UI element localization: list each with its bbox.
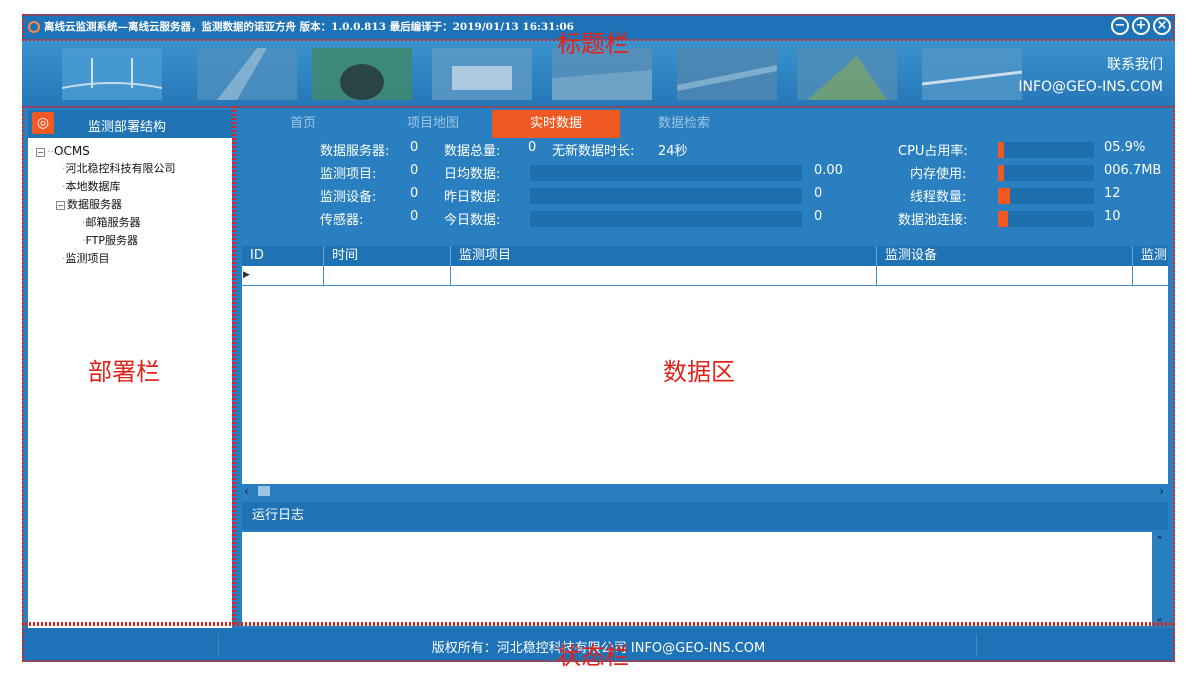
monitor-item-value: 0	[410, 163, 419, 178]
daily-avg-value: 0.00	[814, 163, 843, 178]
contact-label: 联系我们	[1107, 57, 1163, 73]
memory-bar	[998, 165, 1094, 181]
mine-photo-icon	[677, 48, 777, 100]
window-controls: − + ×	[1111, 17, 1171, 35]
yesterday-label: 昨日数据:	[444, 190, 501, 205]
pool-bar	[998, 211, 1094, 227]
column-header-time[interactable]: 时间	[324, 246, 451, 266]
yesterday-bar	[530, 188, 802, 204]
sidebar-title: 监测部署结构	[88, 120, 167, 135]
cpu-bar	[998, 142, 1094, 158]
scroll-down-icon[interactable]: ⌄	[1155, 611, 1164, 624]
slope-photo-icon	[797, 48, 897, 100]
deployment-tree: − ··OCMS ·河北稳控科技有限公司 ·本地数据库 − 数据服务器 ·邮箱服务器…	[28, 138, 232, 268]
data-server-value: 0	[410, 140, 419, 155]
app-logo-icon	[28, 21, 40, 33]
tree-node-company[interactable]: ·河北稳控科技有限公司	[28, 160, 232, 178]
daily-avg-bar	[530, 165, 802, 181]
today-bar	[530, 211, 802, 227]
data-server-label: 数据服务器:	[320, 144, 390, 159]
daily-avg-label: 日均数据:	[444, 167, 501, 182]
thread-label: 线程数量:	[910, 190, 967, 205]
today-label: 今日数据:	[444, 213, 501, 228]
scroll-thumb[interactable]	[258, 486, 270, 496]
thread-bar	[998, 188, 1094, 204]
thread-value: 12	[1104, 186, 1121, 201]
tree-node-local-db[interactable]: ·本地数据库	[28, 178, 232, 196]
close-button[interactable]: ×	[1153, 17, 1171, 35]
tunnel-photo-icon	[312, 48, 412, 100]
thread-bar-fill	[998, 188, 1010, 204]
column-header-monitor-item[interactable]: 监测项目	[451, 246, 877, 266]
status-bar-annotation: 状态栏	[557, 642, 629, 670]
app-window: 离线云监测系统—离线云服务器，监测数据的诺亚方舟 版本：1.0.0.813 最后…	[22, 14, 1175, 662]
maximize-button[interactable]: +	[1132, 17, 1150, 35]
horizontal-scrollbar[interactable]: ‹ ›	[242, 484, 1168, 498]
no-new-data-label: 无新数据时长:	[552, 144, 635, 159]
sidebar-annotation: 部署栏	[88, 358, 160, 386]
title-bar-annotation: 标题栏	[557, 30, 629, 58]
sensor-label: 传感器:	[320, 213, 364, 228]
highway-photo-icon	[197, 48, 297, 100]
tree-node-ftp-server[interactable]: ·FTP服务器	[28, 232, 232, 250]
tab-data-search[interactable]: 数据检索	[620, 110, 748, 138]
memory-bar-fill	[998, 165, 1004, 181]
total-label: 数据总量:	[444, 144, 501, 159]
run-log-panel: 运行日志 ⌃ ⌄	[242, 502, 1168, 626]
pool-label: 数据池连接:	[898, 213, 968, 228]
cpu-label: CPU占用率:	[898, 144, 968, 159]
window-title: 离线云监测系统—离线云服务器，监测数据的诺亚方舟 版本：1.0.0.813 最后…	[44, 21, 574, 33]
tree-node-ocms[interactable]: − ··OCMS	[28, 142, 232, 160]
contact-info: 联系我们 INFO@GEO-INS.COM	[1018, 54, 1163, 98]
monitor-device-value: 0	[410, 186, 419, 201]
today-value: 0	[814, 209, 823, 224]
tab-bar: 首页 项目地图 实时数据 数据检索	[238, 110, 1170, 138]
column-header-monitor[interactable]: 监测	[1133, 246, 1168, 266]
collapse-icon[interactable]: −	[56, 200, 65, 210]
contact-email[interactable]: INFO@GEO-INS.COM	[1018, 76, 1163, 98]
tab-project-map[interactable]: 项目地图	[368, 110, 498, 138]
stats-panel: 数据服务器: 0 监测项目: 0 监测设备: 0 传感器: 0 数据总量: 0 …	[238, 140, 1170, 240]
vertical-scrollbar[interactable]: ⌃ ⌄	[1152, 532, 1168, 626]
data-area-annotation: 数据区	[663, 358, 735, 386]
pool-value: 10	[1104, 209, 1121, 224]
monitor-item-label: 监测项目:	[320, 167, 377, 182]
grid-header: ID 时间 监测项目 监测设备 监测	[242, 246, 1168, 266]
table-cell[interactable]	[451, 266, 877, 286]
scroll-up-icon[interactable]: ⌃	[1155, 534, 1164, 547]
cpu-bar-fill	[998, 142, 1004, 158]
memory-value: 006.7MB	[1104, 163, 1162, 178]
monitor-device-label: 监测设备:	[320, 190, 377, 205]
memory-label: 内存使用:	[910, 167, 967, 182]
bridge-photo-icon	[62, 48, 162, 100]
railway-photo-icon	[922, 48, 1022, 100]
table-cell[interactable]	[242, 266, 324, 286]
tree-node-mail-server[interactable]: ·邮箱服务器	[28, 214, 232, 232]
collapse-icon[interactable]: −	[36, 147, 45, 157]
log-textarea[interactable]: ⌃ ⌄	[242, 532, 1168, 626]
tab-home[interactable]: 首页	[258, 110, 348, 138]
column-header-monitor-device[interactable]: 监测设备	[877, 246, 1133, 266]
sidebar-header: ◎ 监测部署结构	[28, 110, 232, 138]
pool-bar-fill	[998, 211, 1008, 227]
table-cell[interactable]	[877, 266, 1133, 286]
plant-photo-icon	[432, 48, 532, 100]
scroll-left-icon[interactable]: ‹	[244, 484, 249, 498]
yesterday-value: 0	[814, 186, 823, 201]
tab-realtime-data[interactable]: 实时数据	[492, 110, 620, 138]
no-new-data-value: 24秒	[658, 144, 688, 159]
total-value: 0	[528, 140, 537, 155]
sensor-value: 0	[410, 209, 419, 224]
column-header-id[interactable]: ID	[242, 246, 324, 266]
table-row[interactable]: ▶	[242, 266, 1168, 286]
log-title: 运行日志	[242, 502, 1168, 530]
minimize-button[interactable]: −	[1111, 17, 1129, 35]
cpu-value: 05.9%	[1104, 140, 1146, 155]
table-cell[interactable]	[324, 266, 451, 286]
tree-node-monitor-item[interactable]: ·监测项目	[28, 250, 232, 268]
tree-node-data-server[interactable]: − 数据服务器	[28, 196, 232, 214]
ubuntu-logo-icon: ◎	[32, 112, 54, 134]
scroll-right-icon[interactable]: ›	[1159, 484, 1164, 498]
